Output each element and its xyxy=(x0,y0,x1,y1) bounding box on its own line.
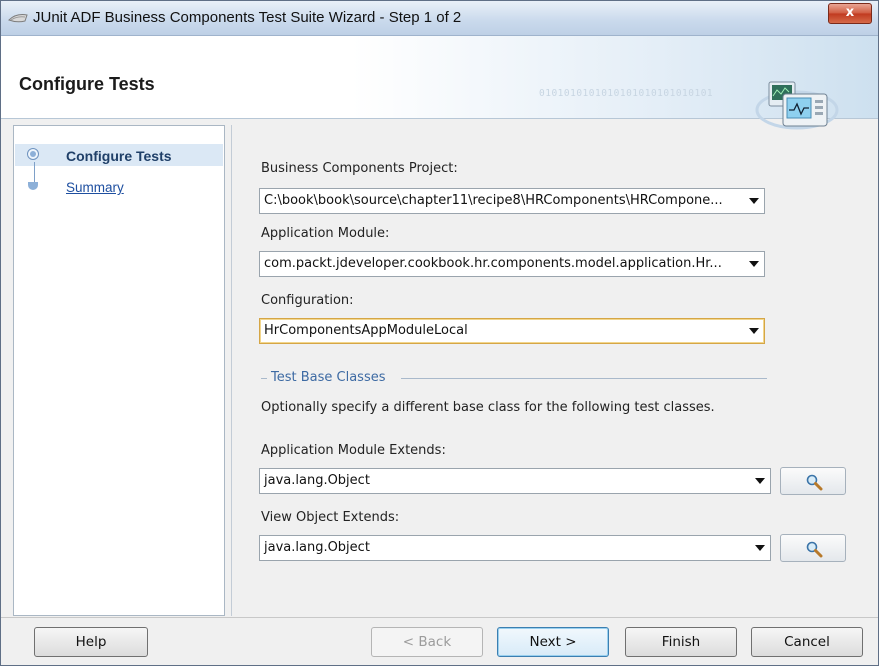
test-base-classes-section: Test Base Classes xyxy=(261,370,767,386)
app-module-label: Application Module: xyxy=(261,226,390,241)
pending-step-icon xyxy=(28,182,38,190)
wizard-header: Configure Tests 010101010101010101010101… xyxy=(1,36,878,130)
chevron-down-icon[interactable] xyxy=(755,545,765,551)
configuration-combobox[interactable]: HrComponentsAppModuleLocal xyxy=(259,318,765,344)
help-button[interactable]: Help xyxy=(34,627,148,657)
search-icon xyxy=(806,474,823,491)
wizard-content: Business Components Project: C:\book\boo… xyxy=(231,125,872,616)
next-button[interactable]: Next > xyxy=(497,627,609,657)
chevron-down-icon[interactable] xyxy=(749,198,759,204)
project-combobox[interactable]: C:\book\book\source\chapter11\recipe8\HR… xyxy=(259,188,765,214)
title-bar[interactable]: JUnit ADF Business Components Test Suite… xyxy=(1,1,878,36)
vo-extends-value: java.lang.Object xyxy=(264,540,370,555)
project-value: C:\book\book\source\chapter11\recipe8\HR… xyxy=(264,193,723,208)
project-label: Business Components Project: xyxy=(261,161,458,176)
current-step-icon xyxy=(27,148,39,160)
chevron-down-icon[interactable] xyxy=(749,328,759,334)
configuration-value: HrComponentsAppModuleLocal xyxy=(264,323,468,338)
am-extends-browse-button[interactable] xyxy=(780,467,846,495)
am-extends-combobox[interactable]: java.lang.Object xyxy=(259,468,771,494)
search-icon xyxy=(806,541,823,558)
configuration-label: Configuration: xyxy=(261,293,354,308)
wizard-window: JUnit ADF Business Components Test Suite… xyxy=(0,0,879,666)
section-description: Optionally specify a different base clas… xyxy=(261,400,715,415)
vo-extends-combobox[interactable]: java.lang.Object xyxy=(259,535,771,561)
am-extends-label: Application Module Extends: xyxy=(261,443,446,458)
app-module-combobox[interactable]: com.packt.jdeveloper.cookbook.hr.compone… xyxy=(259,251,765,277)
close-button[interactable]: x xyxy=(828,3,872,24)
app-module-value: com.packt.jdeveloper.cookbook.hr.compone… xyxy=(264,256,722,271)
jdeveloper-app-icon xyxy=(8,14,28,23)
vo-extends-browse-button[interactable] xyxy=(780,534,846,562)
window-title: JUnit ADF Business Components Test Suite… xyxy=(33,9,462,26)
finish-button[interactable]: Finish xyxy=(625,627,737,657)
back-button[interactable]: < Back xyxy=(371,627,483,657)
vo-extends-label: View Object Extends: xyxy=(261,510,400,525)
section-title: Test Base Classes xyxy=(271,370,392,385)
binary-decoration: 0101010101010101010101010101 xyxy=(539,88,714,99)
am-extends-value: java.lang.Object xyxy=(264,473,370,488)
footer-divider xyxy=(1,617,878,618)
wizard-nav: Configure Tests Summary xyxy=(13,125,225,616)
page-title: Configure Tests xyxy=(19,74,155,94)
chevron-down-icon[interactable] xyxy=(755,478,765,484)
step-connector xyxy=(34,162,35,184)
chevron-down-icon[interactable] xyxy=(749,261,759,267)
nav-item-summary[interactable]: Summary xyxy=(66,180,124,195)
cancel-button[interactable]: Cancel xyxy=(751,627,863,657)
nav-item-configure-tests[interactable]: Configure Tests xyxy=(66,148,172,164)
